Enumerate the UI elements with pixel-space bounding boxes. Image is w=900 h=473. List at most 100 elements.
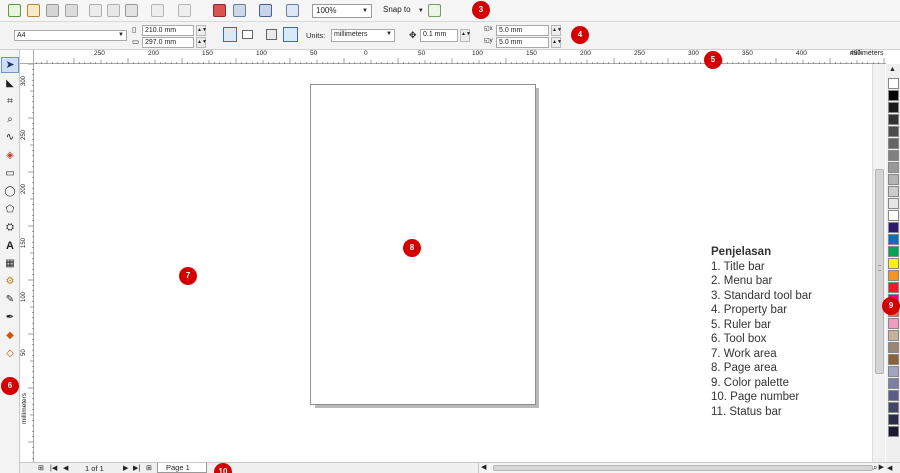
landscape-button[interactable]	[242, 30, 253, 39]
color-swatch[interactable]	[888, 378, 899, 389]
units-select[interactable]: millimeters ▼	[331, 29, 395, 42]
color-swatch[interactable]	[888, 186, 899, 197]
ruler-vertical[interactable]: 300 250 200 150 100 50 millimeters	[20, 64, 34, 464]
palette-expand-icon[interactable]: ◀	[887, 464, 892, 472]
color-swatch[interactable]	[888, 174, 899, 185]
outline-tool-icon[interactable]: ✒	[3, 312, 17, 326]
palette-scroll-up-icon[interactable]: ▲	[889, 66, 896, 73]
vertical-scrollbar[interactable]	[872, 64, 885, 462]
ruler-tick-label-vertical: 300	[21, 75, 27, 86]
prev-page-icon[interactable]: ◀	[63, 464, 68, 472]
ruler-origin[interactable]	[20, 50, 34, 64]
current-page-icon[interactable]	[283, 27, 298, 42]
portrait-button[interactable]	[223, 27, 237, 42]
rectangle-tool-icon[interactable]: ▭	[3, 168, 17, 182]
color-swatch[interactable]	[888, 426, 899, 437]
color-swatch[interactable]	[888, 402, 899, 413]
interactive-fill-tool-icon[interactable]: ◇	[3, 348, 17, 362]
horizontal-scrollbar[interactable]: ◀ ▶	[478, 463, 886, 473]
color-swatch[interactable]	[888, 258, 899, 269]
ellipse-tool-icon[interactable]: ◯	[3, 186, 17, 200]
open-icon[interactable]	[27, 4, 40, 17]
color-swatch[interactable]	[888, 210, 899, 221]
import-icon[interactable]	[213, 4, 226, 17]
zoom-tool-icon[interactable]: ⌕	[3, 114, 17, 128]
page-size-select[interactable]: A4 ▼	[14, 30, 127, 41]
app-launcher-icon[interactable]	[259, 4, 272, 17]
color-swatch[interactable]	[888, 198, 899, 209]
scroll-right-icon[interactable]: ▶	[879, 463, 884, 471]
undo-icon[interactable]	[151, 4, 164, 17]
page-height-field[interactable]: 297.0 mm	[142, 37, 194, 48]
shape-tool-icon[interactable]: ◣	[3, 78, 17, 92]
color-swatch[interactable]	[888, 138, 899, 149]
width-spinner[interactable]: ▲▼	[196, 25, 207, 36]
snap-options-icon[interactable]	[428, 4, 441, 17]
freehand-tool-icon[interactable]: ∿	[3, 132, 17, 146]
color-swatch[interactable]	[888, 246, 899, 257]
duplicate-x-spinner[interactable]: ▲▼	[551, 25, 562, 36]
height-spinner[interactable]: ▲▼	[196, 37, 207, 48]
redo-icon[interactable]	[178, 4, 191, 17]
table-tool-icon[interactable]: ▦	[3, 258, 17, 272]
color-swatch[interactable]	[888, 126, 899, 137]
nudge-spinner[interactable]: ▲▼	[460, 29, 471, 42]
polygon-tool-icon[interactable]: ⬠	[3, 204, 17, 218]
duplicate-y-spinner[interactable]: ▲▼	[551, 37, 562, 48]
page-area[interactable]: 8	[310, 84, 536, 405]
color-swatch[interactable]	[888, 222, 899, 233]
pick-tool-icon[interactable]: ➤	[3, 58, 17, 72]
last-page-icon[interactable]: ▶|	[133, 464, 140, 472]
color-swatch[interactable]	[888, 342, 899, 353]
color-swatch[interactable]	[888, 114, 899, 125]
color-swatch[interactable]	[888, 150, 899, 161]
print-icon[interactable]	[65, 4, 78, 17]
add-page-after-icon[interactable]: ⊞	[146, 464, 152, 472]
zoom-level-select[interactable]: 100% ▼	[312, 4, 372, 18]
color-swatch[interactable]	[888, 90, 899, 101]
color-swatch[interactable]	[888, 354, 899, 365]
nudge-distance-field[interactable]: 0.1 mm	[420, 29, 458, 42]
color-swatch[interactable]	[888, 414, 899, 425]
crop-tool-icon[interactable]: ⌗	[3, 96, 17, 110]
add-page-icon[interactable]: ⊞	[38, 464, 44, 472]
color-swatch[interactable]	[888, 162, 899, 173]
next-page-icon[interactable]: ▶	[123, 464, 128, 472]
basic-shapes-tool-icon[interactable]: ⛭	[3, 222, 17, 236]
duplicate-y-field[interactable]: 5.0 mm	[496, 37, 549, 48]
duplicate-x-field[interactable]: 5.0 mm	[496, 25, 549, 36]
save-icon[interactable]	[46, 4, 59, 17]
fill-tool-icon[interactable]: ◆	[3, 330, 17, 344]
snap-to-dropdown[interactable]: Snap to ▼	[383, 5, 424, 14]
color-swatch[interactable]	[888, 390, 899, 401]
ruler-unit-label: millimeters	[850, 50, 884, 57]
vertical-scroll-thumb[interactable]	[875, 169, 884, 374]
new-icon[interactable]	[8, 4, 21, 17]
all-pages-icon[interactable]	[266, 29, 277, 40]
cut-icon[interactable]	[89, 4, 102, 17]
copy-icon[interactable]	[107, 4, 120, 17]
export-icon[interactable]	[233, 4, 246, 17]
ruler-horizontal[interactable]: 250 200 150 100 50 0 50 100 150 200 250 300 350 400 45…	[20, 50, 886, 64]
paste-icon[interactable]	[125, 4, 138, 17]
color-swatch[interactable]	[888, 366, 899, 377]
color-swatch[interactable]	[888, 270, 899, 281]
color-swatch[interactable]	[888, 234, 899, 245]
horizontal-scroll-thumb[interactable]	[493, 465, 873, 471]
color-swatch[interactable]	[888, 282, 899, 293]
navigator-zoom-icon[interactable]: ⌕	[873, 463, 877, 473]
smart-fill-tool-icon[interactable]: ◈	[3, 150, 17, 164]
color-swatch[interactable]	[888, 102, 899, 113]
color-swatch[interactable]	[888, 318, 899, 329]
scroll-left-icon[interactable]: ◀	[481, 463, 486, 471]
welcome-icon[interactable]	[286, 4, 299, 17]
no-color-swatch[interactable]	[888, 78, 899, 89]
page-tab[interactable]: Page 1	[157, 463, 207, 473]
color-swatch[interactable]	[888, 330, 899, 341]
ruler-tick-label-vertical: 100	[21, 291, 27, 302]
first-page-icon[interactable]: |◀	[50, 464, 57, 472]
interactive-tool-icon[interactable]: ⚙	[3, 276, 17, 290]
eyedropper-tool-icon[interactable]: ✎	[3, 294, 17, 308]
page-width-field[interactable]: 210.0 mm	[142, 25, 194, 36]
text-tool-icon[interactable]: A	[3, 240, 17, 254]
